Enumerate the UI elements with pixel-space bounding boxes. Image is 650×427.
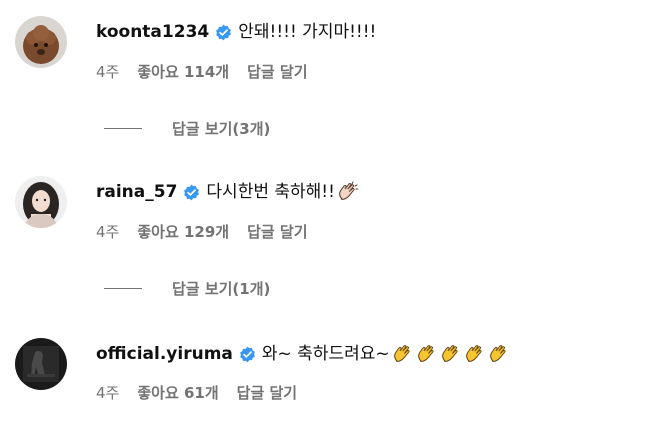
username[interactable]: koonta1234 [96, 21, 209, 43]
divider-line [104, 288, 142, 289]
likes-count[interactable]: 좋아요 129개 [137, 222, 229, 242]
verified-badge-icon [239, 346, 256, 363]
view-replies-label: 답글 보기(3개) [172, 120, 271, 138]
verified-badge-icon [183, 184, 200, 201]
username[interactable]: raina_57 [96, 181, 177, 203]
clapping-hands-icon [440, 343, 462, 365]
avatar[interactable] [15, 16, 67, 68]
comment-time: 4주 [96, 63, 120, 81]
reply-button[interactable]: 답글 달기 [237, 383, 297, 403]
comment-text: 와~ 축하드려요~ [261, 344, 390, 364]
view-replies-button[interactable]: 답글 보기(3개) [104, 118, 270, 139]
username[interactable]: official.yiruma [96, 343, 233, 365]
clapping-hands-icon [416, 343, 438, 365]
clapping-hands-icon [337, 181, 359, 203]
divider-line [104, 128, 142, 129]
clapping-hands-icon [488, 343, 510, 365]
comment-text: 다시한번 축하해!! [206, 182, 335, 202]
view-replies-button[interactable]: 답글 보기(1개) [104, 278, 270, 299]
comment-time: 4주 [96, 384, 120, 402]
comment-text: 안돼!!!! 가지마!!!! [238, 22, 377, 42]
comment-time: 4주 [96, 223, 120, 241]
reply-button[interactable]: 답글 달기 [247, 222, 307, 242]
view-replies-label: 답글 보기(1개) [172, 280, 271, 298]
clapping-hands-icon [392, 343, 414, 365]
verified-badge-icon [215, 24, 232, 41]
likes-count[interactable]: 좋아요 61개 [137, 383, 218, 403]
likes-count[interactable]: 좋아요 114개 [137, 62, 229, 82]
avatar[interactable] [15, 338, 67, 390]
reply-button[interactable]: 답글 달기 [247, 62, 307, 82]
avatar[interactable] [15, 176, 67, 228]
clapping-hands-icon [464, 343, 486, 365]
